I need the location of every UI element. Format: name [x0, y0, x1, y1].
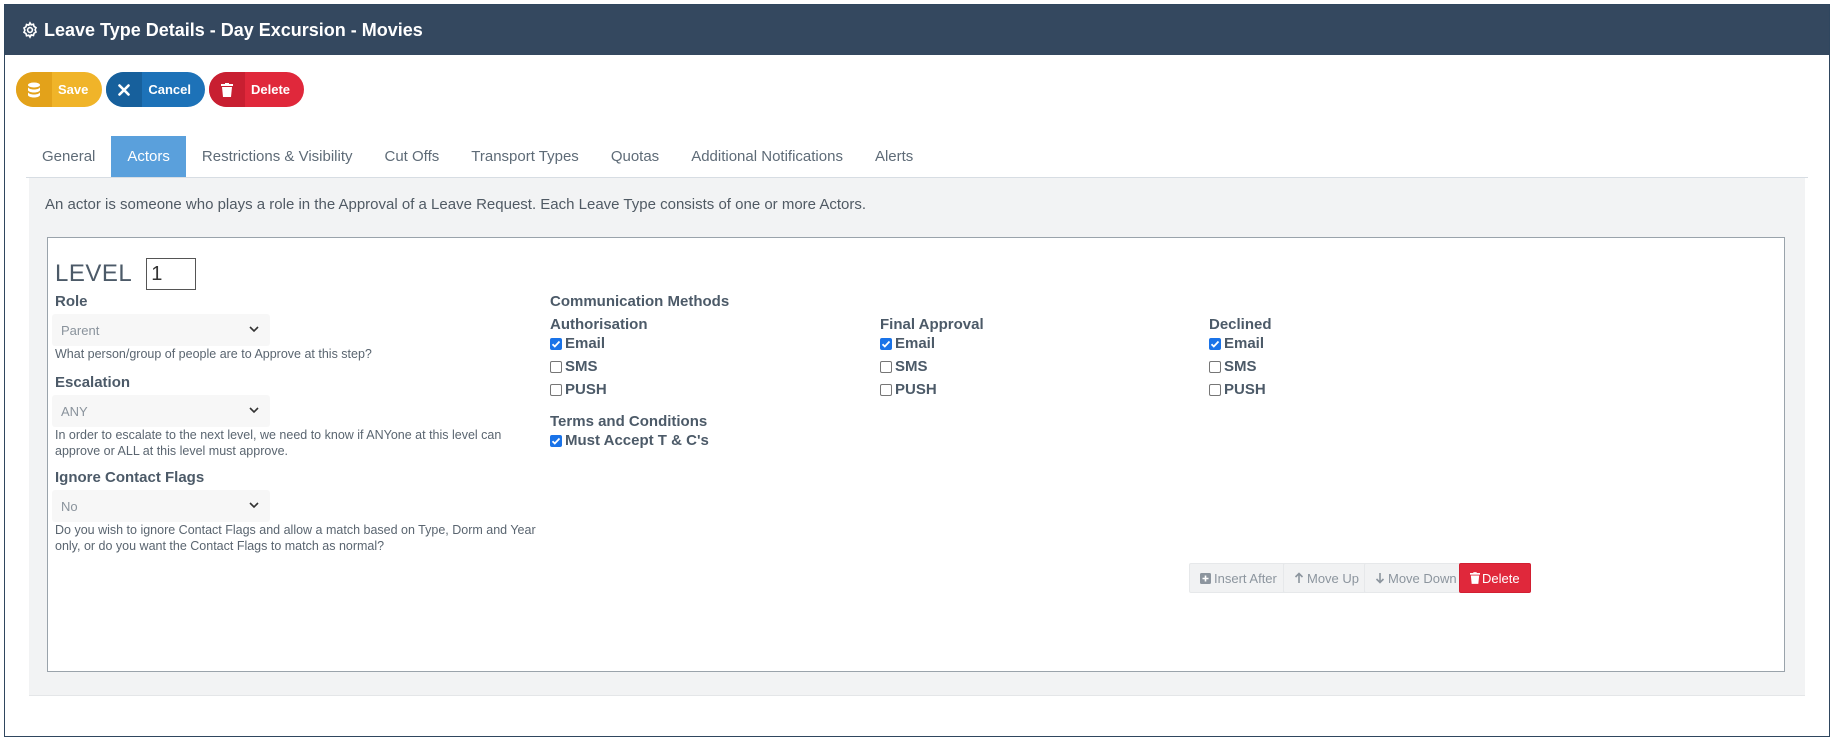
page-title: Leave Type Details - Day Excursion - Mov…: [44, 19, 423, 40]
arrow-up-icon: [1294, 572, 1304, 583]
final-approval-heading: Final Approval: [880, 316, 984, 333]
actor-level-card: LEVEL Role Parent What person/group of p…: [47, 237, 1785, 672]
escalation-value: ANY: [61, 403, 88, 419]
declined-email-checkbox[interactable]: Email: [1209, 335, 1264, 352]
delete-button[interactable]: Delete: [209, 72, 305, 107]
authorisation-heading: Authorisation: [550, 316, 648, 333]
cancel-label: Cancel: [148, 82, 192, 97]
final-approval-sms-checkbox[interactable]: SMS: [880, 358, 928, 375]
terms-heading: Terms and Conditions: [550, 413, 708, 430]
authorisation-push-label: PUSH: [565, 381, 607, 398]
actors-panel: An actor is someone who plays a role in …: [29, 178, 1805, 696]
tab-additional-notifications[interactable]: Additional Notifications: [675, 136, 859, 177]
escalation-label: Escalation: [55, 374, 131, 391]
move-up-button[interactable]: Move Up: [1283, 563, 1371, 593]
declined-sms-checkbox[interactable]: SMS: [1209, 358, 1257, 375]
trash-icon: [1470, 572, 1480, 584]
role-select[interactable]: Parent: [52, 314, 270, 346]
level-input[interactable]: [146, 258, 197, 290]
authorisation-sms-label: SMS: [565, 358, 598, 375]
final-approval-push-checkbox[interactable]: PUSH: [880, 381, 937, 398]
insert-after-label: Insert After: [1214, 570, 1277, 586]
save-label: Save: [58, 82, 89, 97]
authorisation-email-label: Email: [565, 335, 606, 352]
save-button[interactable]: Save: [16, 72, 103, 107]
must-accept-terms-label: Must Accept T & C's: [565, 432, 709, 449]
checkbox-empty-icon: [880, 360, 892, 373]
checkbox-empty-icon: [1209, 383, 1221, 396]
role-help: What person/group of people are to Appro…: [55, 347, 372, 361]
database-icon: [16, 72, 52, 107]
checkbox-checked-icon: [1209, 337, 1221, 350]
declined-push-checkbox[interactable]: PUSH: [1209, 381, 1266, 398]
authorisation-sms-checkbox[interactable]: SMS: [550, 358, 598, 375]
level-label: LEVEL: [55, 260, 133, 287]
gear-icon: [22, 21, 38, 39]
final-approval-push-label: PUSH: [895, 381, 937, 398]
tab-actors[interactable]: Actors: [111, 136, 186, 177]
plus-square-icon: [1200, 572, 1211, 584]
chevron-down-icon: [249, 502, 259, 509]
checkbox-checked-icon: [550, 337, 562, 350]
actors-intro: An actor is someone who plays a role in …: [45, 196, 867, 213]
final-approval-email-checkbox[interactable]: Email: [880, 335, 935, 352]
tab-alerts[interactable]: Alerts: [859, 136, 929, 177]
escalation-help: In order to escalate to the next level, …: [55, 428, 502, 458]
chevron-down-icon: [249, 326, 259, 333]
checkbox-checked-icon: [880, 337, 892, 350]
escalation-select[interactable]: ANY: [52, 395, 270, 427]
move-up-label: Move Up: [1307, 570, 1360, 586]
arrow-down-icon: [1375, 573, 1385, 584]
checkbox-checked-icon: [550, 434, 562, 447]
delete-label: Delete: [251, 82, 291, 97]
trash-icon: [209, 72, 246, 107]
level-row: LEVEL: [55, 258, 197, 290]
action-buttons: Save Cancel Delete: [16, 72, 305, 107]
communication-methods-heading: Communication Methods: [550, 293, 730, 310]
ignore-flags-label: Ignore Contact Flags: [55, 469, 205, 486]
ignore-flags-select[interactable]: No: [52, 490, 270, 522]
declined-email-label: Email: [1224, 335, 1265, 352]
declined-heading: Declined: [1209, 316, 1272, 333]
ignore-flags-value: No: [61, 498, 78, 514]
move-down-label: Move Down: [1388, 570, 1457, 586]
role-label: Role: [55, 293, 88, 310]
final-approval-sms-label: SMS: [895, 358, 928, 375]
ignore-flags-help: Do you wish to ignore Contact Flags and …: [55, 523, 536, 553]
final-approval-email-label: Email: [895, 335, 936, 352]
tab-cut-offs[interactable]: Cut Offs: [369, 136, 456, 177]
title-bar: Leave Type Details - Day Excursion - Mov…: [5, 5, 1829, 55]
close-icon: [106, 72, 143, 107]
checkbox-empty-icon: [1209, 360, 1221, 373]
checkbox-empty-icon: [550, 383, 562, 396]
tab-quotas[interactable]: Quotas: [595, 136, 675, 177]
role-value: Parent: [61, 322, 100, 338]
chevron-down-icon: [249, 407, 259, 414]
cancel-button[interactable]: Cancel: [106, 72, 206, 107]
checkbox-empty-icon: [550, 360, 562, 373]
tab-restrictions-visibility[interactable]: Restrictions & Visibility: [186, 136, 369, 177]
delete-actor-button[interactable]: Delete: [1459, 563, 1531, 593]
tab-transport-types[interactable]: Transport Types: [455, 136, 595, 177]
tab-bar: General Actors Restrictions & Visibility…: [26, 136, 1808, 178]
authorisation-email-checkbox[interactable]: Email: [550, 335, 605, 352]
declined-sms-label: SMS: [1224, 358, 1257, 375]
declined-push-label: PUSH: [1224, 381, 1266, 398]
move-down-button[interactable]: Move Down: [1364, 563, 1468, 593]
authorisation-push-checkbox[interactable]: PUSH: [550, 381, 607, 398]
insert-after-button[interactable]: Insert After: [1189, 563, 1288, 593]
must-accept-terms-checkbox[interactable]: Must Accept T & C's: [550, 432, 709, 449]
checkbox-empty-icon: [880, 383, 892, 396]
tab-general[interactable]: General: [26, 136, 111, 177]
delete-actor-label: Delete: [1482, 570, 1520, 586]
